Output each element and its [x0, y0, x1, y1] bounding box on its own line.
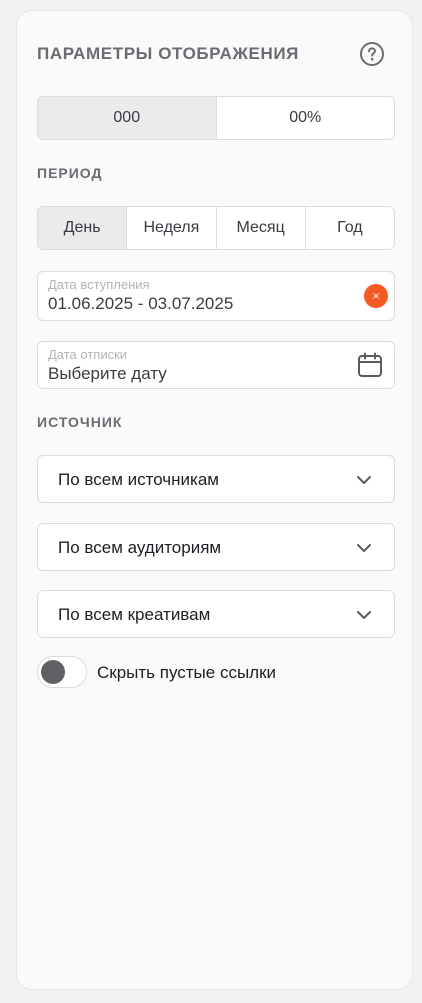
audience-select[interactable]: По всем аудиториям — [37, 523, 395, 571]
period-option-month[interactable]: Месяц — [215, 207, 305, 249]
format-option-absolute[interactable]: 000 — [38, 97, 216, 139]
toggle-knob — [41, 660, 65, 684]
audience-select-value: По всем аудиториям — [58, 538, 222, 557]
source-section-label: ИСТОЧНИК — [37, 414, 123, 430]
calendar-icon[interactable] — [356, 351, 384, 379]
join-date-value: 01.06.2025 - 03.07.2025 — [48, 294, 234, 313]
display-settings-panel: ПАРАМЕТРЫ ОТОБРАЖЕНИЯ 000 00% ПЕРИОД Ден… — [16, 10, 413, 990]
panel-title: ПАРАМЕТРЫ ОТОБРАЖЕНИЯ — [37, 44, 299, 63]
period-section-label: ПЕРИОД — [37, 165, 103, 181]
source-select[interactable]: По всем источникам — [37, 455, 395, 503]
help-circle-icon[interactable] — [359, 41, 385, 67]
hide-empty-links-label: Скрыть пустые ссылки — [97, 663, 277, 682]
unsubscribe-date-placeholder: Выберите дату — [48, 364, 167, 383]
period-option-year[interactable]: Год — [304, 207, 394, 249]
unsubscribe-date-field[interactable]: Дата отписки Выберите дату — [37, 341, 395, 389]
join-date-label: Дата вступления — [48, 277, 150, 292]
creative-select-value: По всем креативам — [58, 605, 211, 624]
chevron-down-icon — [357, 544, 371, 552]
chevron-down-icon — [357, 476, 371, 484]
hide-empty-links-toggle[interactable] — [37, 656, 87, 688]
chevron-down-icon — [357, 611, 371, 619]
clear-date-button[interactable]: × — [364, 284, 388, 308]
number-format-toggle: 000 00% — [37, 96, 395, 140]
unsubscribe-date-label: Дата отписки — [48, 347, 128, 362]
period-selector: День Неделя Месяц Год — [37, 206, 395, 250]
creative-select[interactable]: По всем креативам — [37, 590, 395, 638]
panel-header: ПАРАМЕТРЫ ОТОБРАЖЕНИЯ — [37, 41, 387, 67]
period-option-week[interactable]: Неделя — [126, 207, 215, 249]
format-option-percent[interactable]: 00% — [215, 97, 395, 139]
period-option-day[interactable]: День — [38, 207, 127, 249]
join-date-field[interactable]: Дата вступления 01.06.2025 - 03.07.2025 … — [37, 271, 395, 321]
source-select-value: По всем источникам — [58, 470, 219, 489]
